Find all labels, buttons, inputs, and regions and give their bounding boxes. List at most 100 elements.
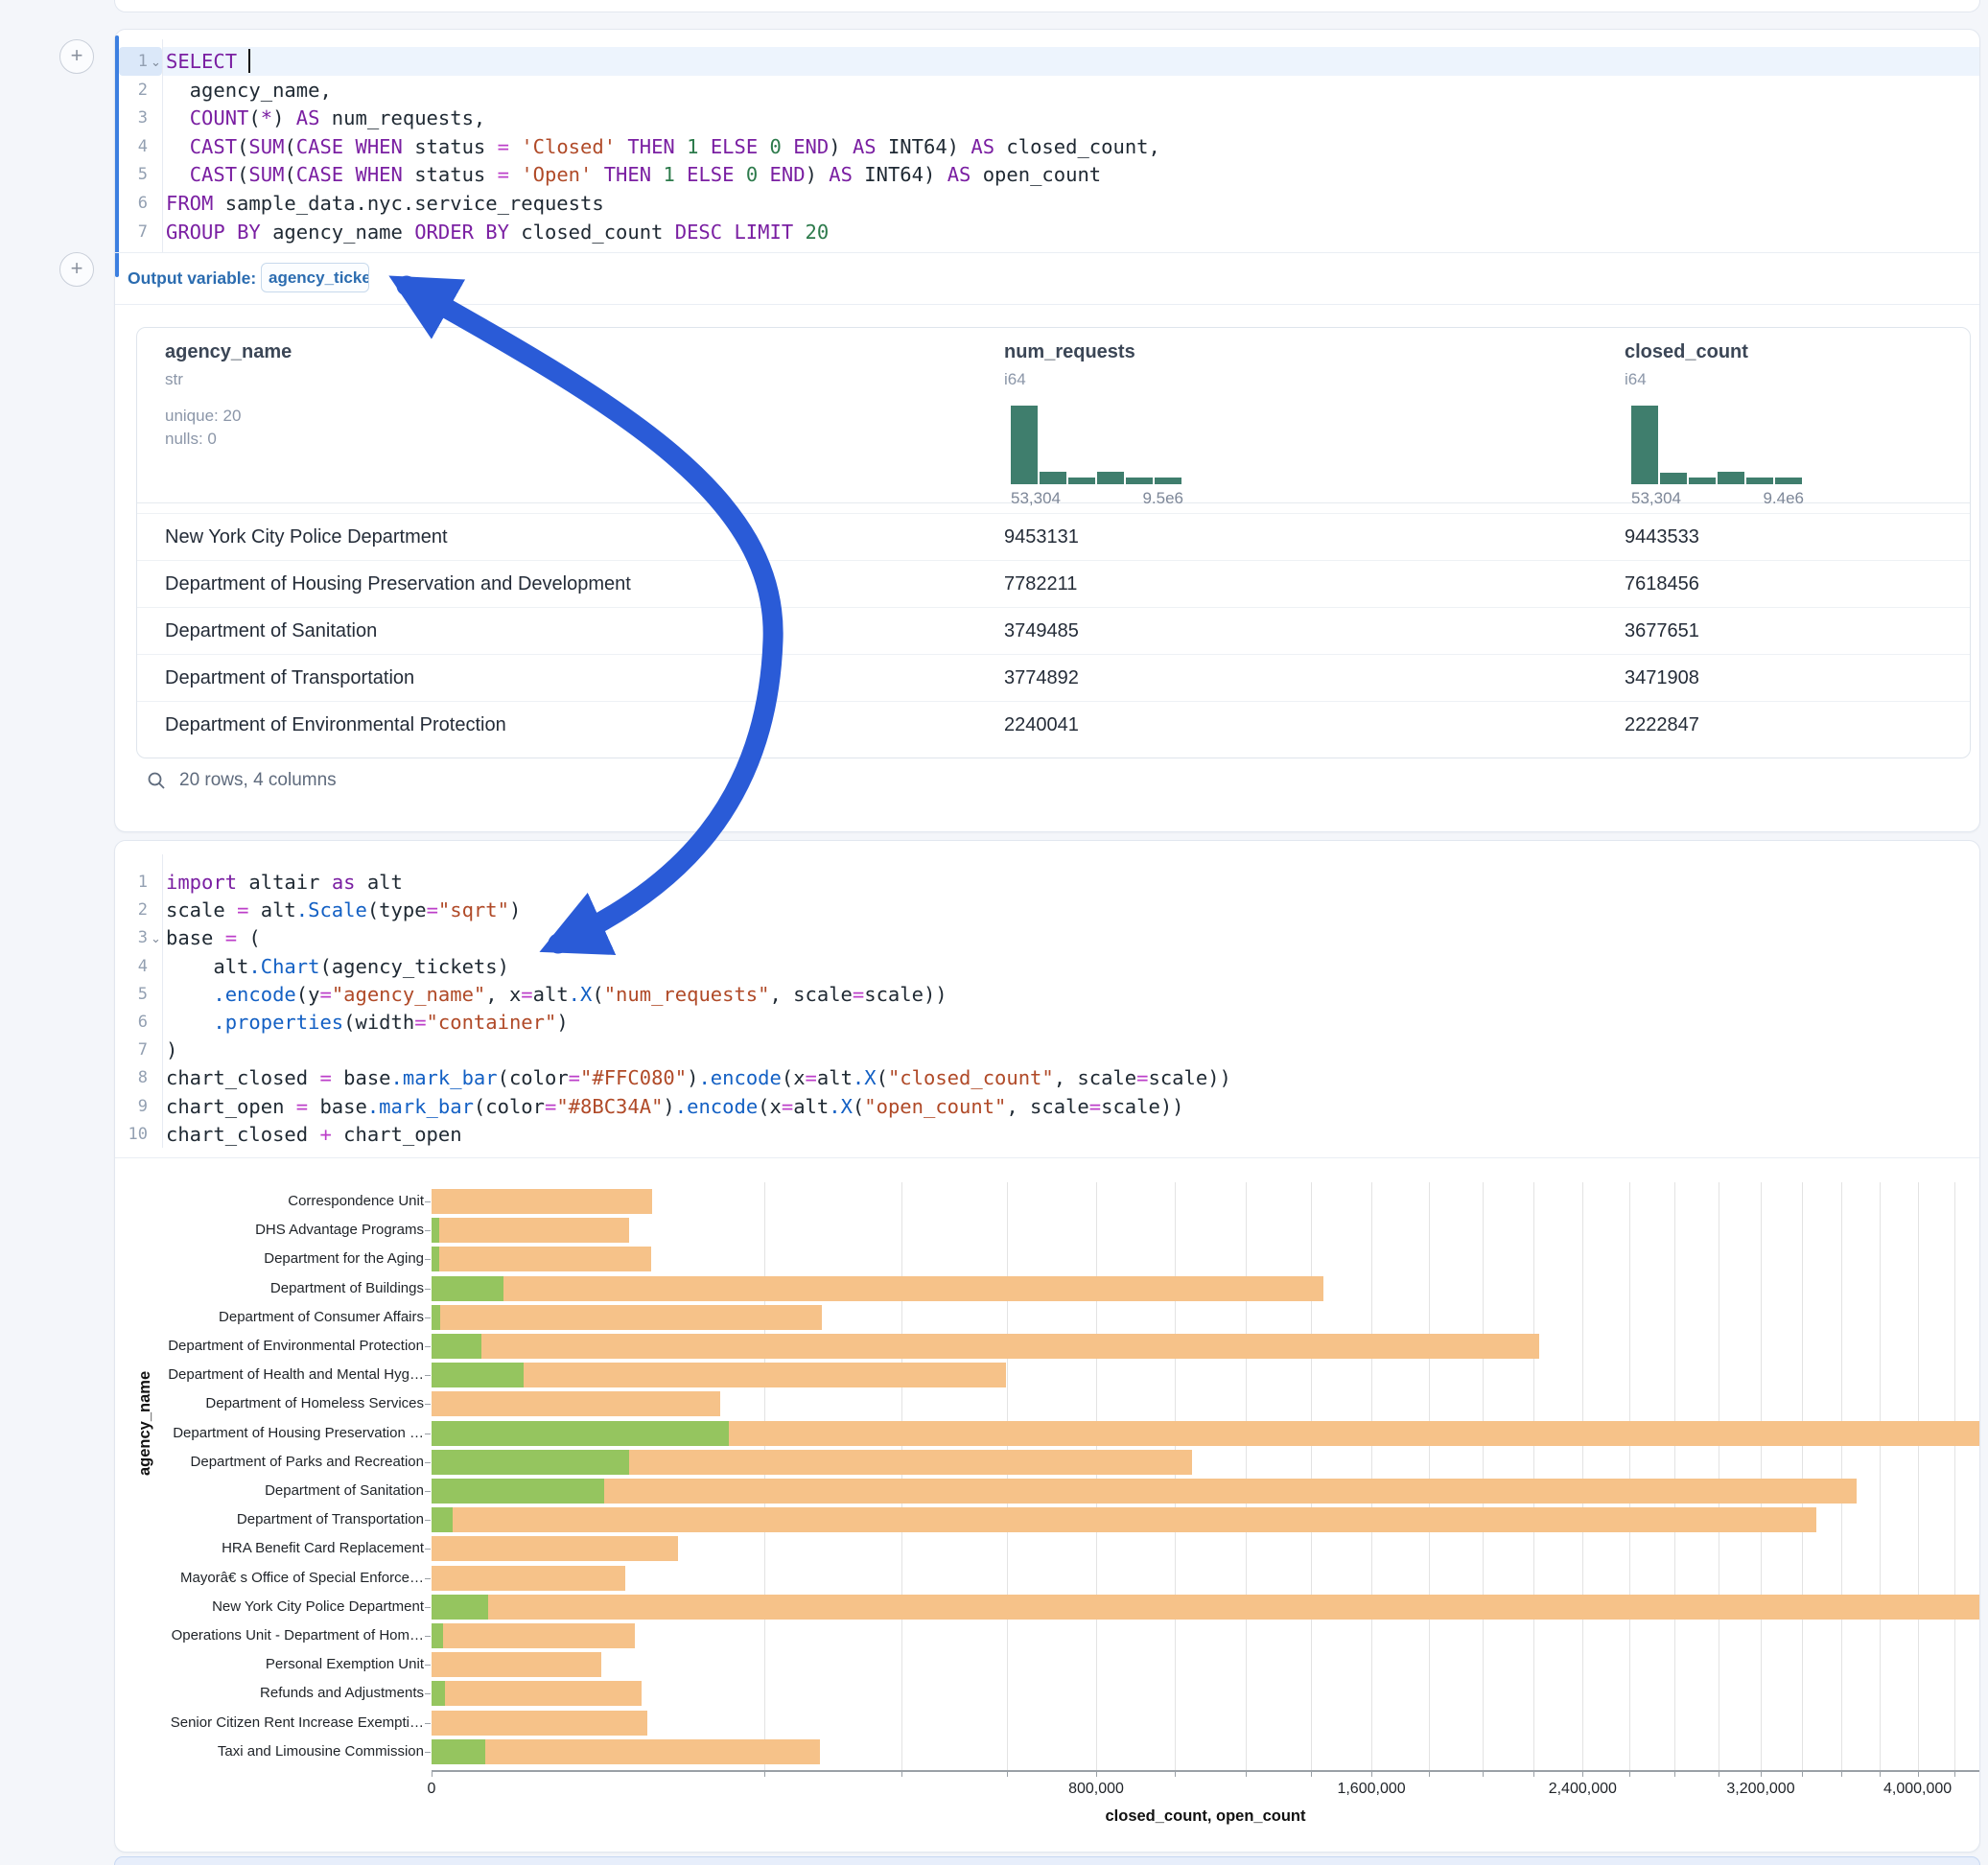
y-axis-tick	[425, 1578, 431, 1579]
gridline	[1761, 1182, 1762, 1770]
table-row[interactable]: New York City Police Department945313194…	[137, 513, 1970, 561]
code-line[interactable]: COUNT(*) AS num_requests,	[166, 104, 485, 132]
code-line[interactable]: agency_name,	[166, 76, 332, 105]
column-header-num-requests[interactable]: num_requests	[1004, 341, 1135, 363]
code-line[interactable]: )	[166, 1036, 177, 1064]
num-requests-cell: 2240041	[1004, 714, 1079, 736]
code-line[interactable]: chart_closed = base.mark_bar(color="#FFC…	[166, 1063, 1231, 1092]
histogram-bar	[1746, 478, 1773, 484]
output-variable-pill[interactable]: agency_tickets	[261, 263, 369, 292]
y-axis-tick	[425, 1230, 431, 1231]
table-row[interactable]: Department of Housing Preservation and D…	[137, 560, 1970, 608]
closed-count-bar[interactable]	[432, 1218, 629, 1243]
y-axis-label: Department of Consumer Affairs	[115, 1309, 424, 1325]
x-axis-title: closed_count, open_count	[1105, 1807, 1305, 1826]
open-count-bar[interactable]	[432, 1421, 729, 1446]
table-row[interactable]: Department of Sanitation37494853677651	[137, 607, 1970, 655]
closed-count-bar[interactable]	[432, 1536, 678, 1561]
altair-bar-chart[interactable]: Correspondence UnitDHS Advantage Program…	[115, 1167, 1979, 1838]
code-line[interactable]: .encode(y="agency_name", x=alt.X("num_re…	[166, 980, 947, 1009]
closed-count-bar[interactable]	[432, 1247, 651, 1271]
code-line[interactable]: .properties(width="container")	[166, 1008, 569, 1037]
line-number: 4	[111, 132, 148, 161]
column-type: i64	[1625, 370, 1647, 389]
results-table[interactable]: agency_name str unique: 20 nulls: 0 num_…	[136, 327, 1971, 758]
agency-name-cell: Department of Sanitation	[165, 620, 377, 642]
closed-count-bar[interactable]	[432, 1189, 652, 1214]
closed-count-cell: 3677651	[1625, 620, 1699, 642]
closed-count-bar[interactable]	[432, 1305, 822, 1330]
histogram-bar	[1689, 478, 1716, 484]
fold-toggle-icon[interactable]: ⌄	[151, 47, 161, 76]
code-line[interactable]: FROM sample_data.nyc.service_requests	[166, 189, 604, 218]
table-header: agency_name str unique: 20 nulls: 0 num_…	[137, 328, 1970, 503]
fold-toggle-icon[interactable]: ⌄	[151, 923, 161, 952]
code-line[interactable]: CAST(SUM(CASE WHEN status = 'Open' THEN …	[166, 160, 1101, 189]
gridline	[1674, 1182, 1675, 1770]
closed-count-bar[interactable]	[432, 1739, 820, 1764]
closed-count-bar[interactable]	[432, 1595, 1979, 1620]
code-line[interactable]: alt.Chart(agency_tickets)	[166, 952, 509, 981]
previous-cell-edge	[114, 0, 1980, 12]
code-line[interactable]: chart_closed + chart_open	[166, 1120, 462, 1149]
add-cell-button-2[interactable]: +	[59, 252, 94, 287]
line-number: 10	[111, 1120, 148, 1149]
open-count-bar[interactable]	[432, 1595, 488, 1620]
add-cell-button[interactable]: +	[59, 39, 94, 74]
column-header-closed-count[interactable]: closed_count	[1625, 341, 1748, 363]
histogram-bar	[1040, 472, 1066, 484]
closed-count-bar[interactable]	[432, 1479, 1857, 1504]
column-header-agency-name[interactable]: agency_name	[165, 341, 292, 363]
closed-count-bar[interactable]	[432, 1566, 625, 1591]
closed-count-bar[interactable]	[432, 1711, 647, 1736]
table-row[interactable]: Department of Environmental Protection22…	[137, 701, 1970, 749]
code-line[interactable]: SELECT	[166, 47, 248, 76]
gridline	[1841, 1182, 1842, 1770]
sql-cell: 1⌄SELECT 2 agency_name,3 COUNT(*) AS num…	[114, 29, 1980, 832]
open-count-bar[interactable]	[432, 1450, 629, 1475]
code-line[interactable]: CAST(SUM(CASE WHEN status = 'Closed' THE…	[166, 132, 1160, 161]
y-axis-label: Department of Environmental Protection	[115, 1338, 424, 1354]
y-axis-title: agency_name	[136, 1371, 154, 1476]
num-requests-cell: 7782211	[1004, 573, 1077, 595]
y-axis-label: Senior Citizen Rent Increase Exempti…	[115, 1714, 424, 1731]
open-count-bar[interactable]	[432, 1363, 524, 1387]
line-number: 8	[111, 1063, 148, 1092]
num-requests-histogram	[1011, 406, 1183, 484]
y-axis-label: New York City Police Department	[115, 1598, 424, 1615]
gridline	[1175, 1182, 1176, 1770]
open-count-bar[interactable]	[432, 1681, 445, 1706]
closed-count-bar[interactable]	[432, 1623, 635, 1648]
line-number: 2	[111, 896, 148, 924]
closed-count-bar[interactable]	[432, 1681, 642, 1706]
histogram-bar	[1068, 478, 1095, 484]
gridline	[1918, 1182, 1919, 1770]
divider	[115, 304, 1979, 305]
closed-count-bar[interactable]	[432, 1334, 1539, 1359]
closed-count-bar[interactable]	[432, 1507, 1816, 1532]
open-count-bar[interactable]	[432, 1247, 439, 1271]
line-number: 5	[111, 160, 148, 189]
code-line[interactable]: chart_open = base.mark_bar(color="#8BC34…	[166, 1092, 1184, 1121]
open-count-bar[interactable]	[432, 1623, 443, 1648]
y-axis-tick	[425, 1693, 431, 1694]
search-icon[interactable]	[147, 771, 166, 790]
open-count-bar[interactable]	[432, 1334, 481, 1359]
code-line[interactable]: scale = alt.Scale(type="sqrt")	[166, 896, 521, 924]
closed-count-bar[interactable]	[432, 1391, 720, 1416]
open-count-bar[interactable]	[432, 1218, 439, 1243]
code-line[interactable]: import altair as alt	[166, 868, 403, 897]
open-count-bar[interactable]	[432, 1479, 604, 1504]
gridline	[1533, 1182, 1534, 1770]
code-line[interactable]: GROUP BY agency_name ORDER BY closed_cou…	[166, 218, 829, 246]
open-count-bar[interactable]	[432, 1276, 503, 1301]
open-count-bar[interactable]	[432, 1507, 453, 1532]
closed-count-bar[interactable]	[432, 1276, 1323, 1301]
closed-count-bar[interactable]	[432, 1652, 601, 1677]
open-count-bar[interactable]	[432, 1305, 440, 1330]
gridline	[1483, 1182, 1484, 1770]
open-count-bar[interactable]	[432, 1739, 485, 1764]
code-line[interactable]: base = (	[166, 923, 261, 952]
table-row[interactable]: Department of Transportation377489234719…	[137, 654, 1970, 702]
gutter-divider	[162, 854, 163, 1148]
